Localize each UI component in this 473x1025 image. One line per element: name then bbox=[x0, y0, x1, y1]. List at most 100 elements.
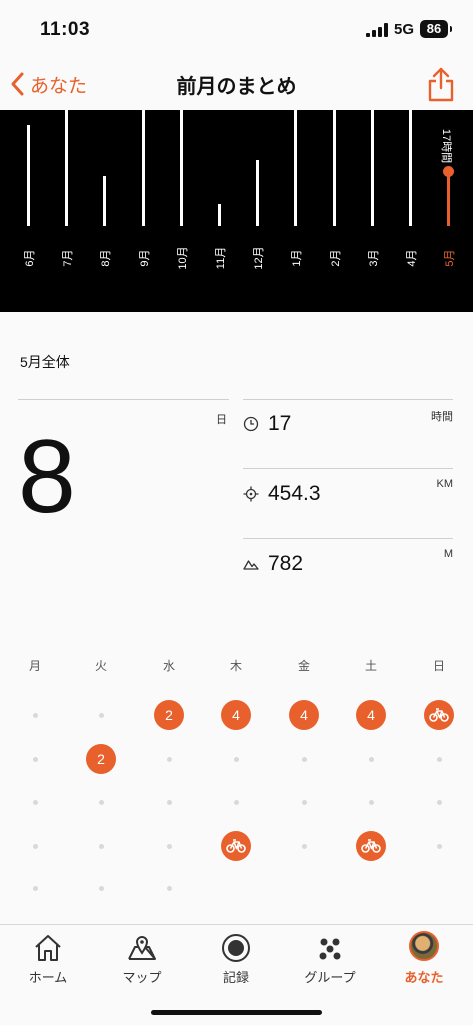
chart-bar[interactable] bbox=[141, 110, 145, 226]
calendar-activity-day[interactable] bbox=[221, 831, 251, 861]
tab-record[interactable]: 記録 bbox=[189, 925, 283, 995]
calendar-activity-count[interactable]: 2 bbox=[86, 744, 116, 774]
chart-bar[interactable] bbox=[409, 110, 412, 226]
bike-icon bbox=[226, 839, 246, 853]
stat-value: 17 bbox=[268, 412, 292, 435]
tab-home[interactable]: ホーム bbox=[1, 925, 95, 995]
clock-icon bbox=[243, 416, 259, 432]
group-icon bbox=[319, 938, 341, 960]
calendar-activity-count[interactable]: 4 bbox=[221, 700, 251, 730]
calendar-empty-day bbox=[368, 756, 374, 762]
chart-bar[interactable] bbox=[256, 159, 260, 226]
battery-icon: 86 bbox=[420, 20, 452, 38]
stat-value: 782 bbox=[268, 552, 304, 575]
calendar-activity-day[interactable] bbox=[424, 700, 454, 730]
calendar-activity-count[interactable]: 2 bbox=[154, 700, 184, 730]
stat-elevation: 782 M bbox=[243, 540, 453, 608]
chart-month-label[interactable]: 3月 bbox=[363, 238, 383, 278]
calendar-empty-day bbox=[436, 843, 442, 849]
weekday-label: 土 bbox=[364, 659, 377, 673]
calendar-empty-day bbox=[166, 756, 172, 762]
tab-label: 記録 bbox=[222, 970, 249, 985]
tab-label: ホーム bbox=[28, 970, 68, 985]
chart-bar[interactable] bbox=[294, 110, 298, 226]
tab-you[interactable]: あなた bbox=[377, 925, 471, 995]
calendar-activity-count[interactable]: 4 bbox=[356, 700, 386, 730]
chart-bar[interactable] bbox=[332, 110, 336, 226]
calendar-empty-day bbox=[233, 756, 239, 762]
chart-month-label[interactable]: 2月 bbox=[325, 238, 345, 278]
calendar-empty-day bbox=[166, 799, 172, 805]
stat-time: 17 時間 bbox=[243, 400, 453, 468]
calendar-empty-day bbox=[32, 799, 38, 805]
tab-label: マップ bbox=[122, 970, 162, 985]
weekday-label: 日 bbox=[432, 659, 445, 673]
elevation-icon bbox=[243, 560, 259, 570]
stat-unit: 時間 bbox=[431, 411, 453, 423]
status-time: 11:03 bbox=[40, 19, 91, 40]
calendar-empty-day bbox=[98, 885, 104, 891]
chart-month-label[interactable]: 4月 bbox=[401, 238, 421, 278]
calendar-activity-count[interactable]: 4 bbox=[289, 700, 319, 730]
page-title: 前月のまとめ bbox=[176, 76, 297, 98]
navigation-bar: あなた 前月のまとめ bbox=[0, 60, 473, 110]
calendar-empty-day bbox=[32, 712, 38, 718]
divider bbox=[243, 468, 453, 469]
chart-bar[interactable] bbox=[27, 125, 30, 226]
avatar bbox=[409, 931, 439, 961]
chart-month-label[interactable]: 8月 bbox=[95, 238, 115, 278]
monthly-activity-chart[interactable]: 6月 7月 8月 9月 10月 11月 12月 1月 2月 3月 4月 17時間 5月 bbox=[0, 110, 473, 312]
chart-month-label[interactable]: 5月 bbox=[439, 238, 459, 278]
calendar-empty-day bbox=[98, 799, 104, 805]
active-days-value: 8 bbox=[18, 419, 76, 535]
divider bbox=[18, 399, 229, 400]
stat-value: 454.3 bbox=[268, 482, 321, 505]
bike-icon bbox=[429, 708, 449, 722]
summary-title: 5月全体 bbox=[20, 354, 70, 370]
weekday-label: 火 bbox=[94, 659, 107, 673]
chart-bar[interactable] bbox=[179, 110, 183, 226]
chart-month-label[interactable]: 11月 bbox=[210, 238, 230, 278]
record-icon bbox=[222, 934, 250, 962]
calendar-empty-day bbox=[32, 885, 38, 891]
stat-unit: M bbox=[443, 548, 453, 560]
chart-current-value: 17時間 bbox=[440, 128, 452, 164]
chart-bar[interactable] bbox=[65, 110, 69, 226]
stat-unit: KM bbox=[436, 478, 454, 490]
chart-bar[interactable] bbox=[218, 203, 221, 226]
map-icon bbox=[128, 936, 156, 960]
share-icon[interactable] bbox=[426, 66, 456, 102]
chart-month-label[interactable]: 10月 bbox=[172, 238, 192, 278]
divider bbox=[243, 538, 453, 539]
stat-distance: 454.3 KM bbox=[243, 470, 453, 538]
tab-maps[interactable]: マップ bbox=[95, 925, 189, 995]
calendar-activity-day[interactable] bbox=[356, 831, 386, 861]
chart-bar[interactable] bbox=[447, 171, 451, 226]
network-type: 5G bbox=[394, 21, 415, 38]
tab-label: あなた bbox=[404, 970, 444, 985]
cellular-signal-icon bbox=[366, 23, 388, 37]
home-indicator bbox=[151, 1010, 322, 1015]
calendar-empty-day bbox=[98, 712, 104, 718]
weekday-label: 月 bbox=[28, 659, 41, 673]
calendar-empty-day bbox=[301, 799, 307, 805]
calendar-empty-day bbox=[166, 843, 172, 849]
weekday-label: 木 bbox=[229, 659, 242, 673]
chart-bar[interactable] bbox=[370, 110, 374, 226]
chart-month-label[interactable]: 6月 bbox=[19, 238, 39, 278]
chart-month-label[interactable]: 7月 bbox=[57, 238, 77, 278]
chart-bar[interactable] bbox=[103, 176, 107, 226]
weekday-label: 金 bbox=[297, 659, 310, 673]
status-bar: 11:03 5G 86 bbox=[0, 0, 473, 60]
calendar-empty-day bbox=[166, 885, 172, 891]
tab-label: グループ bbox=[304, 970, 356, 985]
calendar-empty-day bbox=[368, 799, 374, 805]
chart-month-label[interactable]: 9月 bbox=[134, 238, 154, 278]
tab-groups[interactable]: グループ bbox=[283, 925, 377, 995]
chart-month-label[interactable]: 12月 bbox=[248, 238, 268, 278]
days-unit: 日 bbox=[216, 414, 227, 426]
calendar-empty-day bbox=[233, 799, 239, 805]
calendar-empty-day bbox=[436, 756, 442, 762]
chart-month-label[interactable]: 1月 bbox=[286, 238, 306, 278]
bike-icon bbox=[361, 839, 381, 853]
